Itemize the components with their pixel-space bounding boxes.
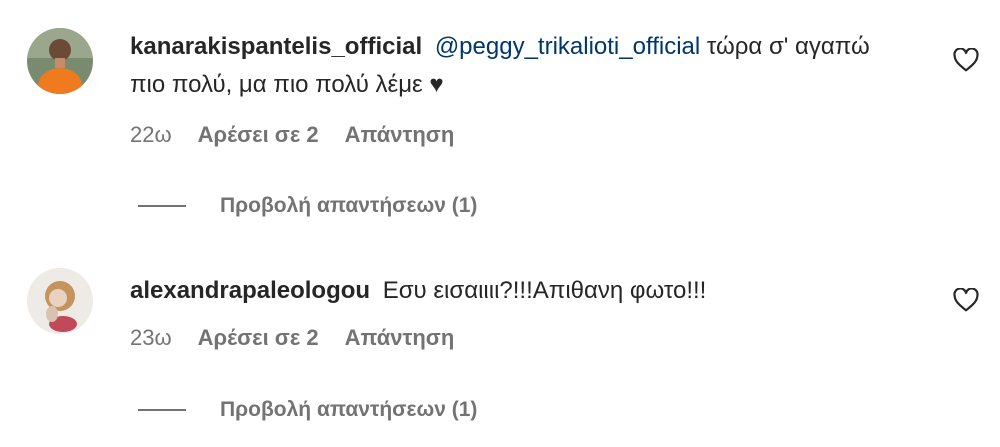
comment-time[interactable]: 23ω bbox=[130, 325, 172, 351]
view-replies-label: Προβολή απαντήσεων (1) bbox=[220, 398, 478, 421]
reply-button[interactable]: Απάντηση bbox=[345, 325, 455, 351]
comment-text: Εσυ εισαιιιι?!!!Απιθανη φωτο!!! bbox=[382, 277, 707, 304]
user-avatar-icon bbox=[27, 268, 93, 334]
replies-divider-line bbox=[138, 409, 186, 411]
comment-item: alexandrapaleologou Εσυ εισαιιιι?!!!Απιθ… bbox=[0, 0, 1000, 447]
comment-likes[interactable]: Αρέσει σε 2 bbox=[198, 325, 319, 351]
comment-username[interactable]: alexandrapaleologou bbox=[130, 277, 370, 304]
comment-meta: 23ω Αρέσει σε 2 Απάντηση bbox=[130, 325, 454, 351]
comment-body: alexandrapaleologou Εσυ εισαιιιι?!!!Απιθ… bbox=[130, 272, 900, 310]
avatar[interactable] bbox=[27, 268, 93, 334]
heart-outline-icon[interactable] bbox=[953, 288, 979, 312]
view-replies-button[interactable]: Προβολή απαντήσεων (1) bbox=[138, 398, 477, 422]
